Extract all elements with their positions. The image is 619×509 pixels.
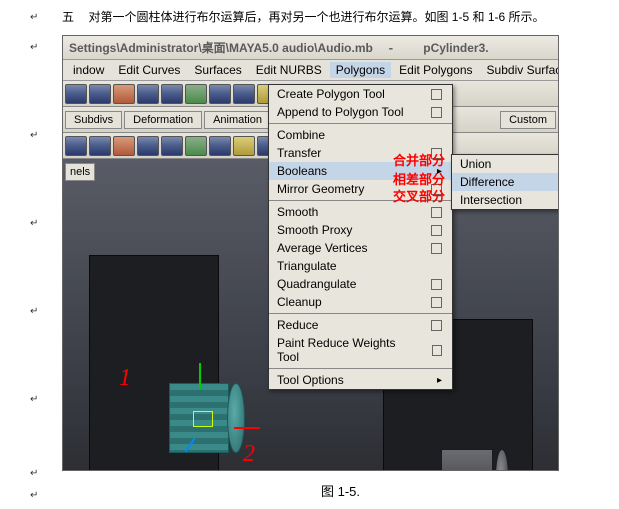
axis-y-icon	[199, 363, 201, 389]
tool-icon[interactable]	[89, 84, 111, 104]
polygons-menu: Create Polygon Tool Append to Polygon To…	[268, 84, 453, 390]
menu-edit-nurbs[interactable]: Edit NURBS	[250, 62, 328, 78]
maya-window: Settings\Administrator\桌面\MAYA5.0 audio\…	[62, 35, 559, 471]
option-box-icon[interactable]	[431, 89, 442, 100]
panel-label[interactable]: nels	[65, 163, 95, 181]
mi-combine[interactable]: Combine	[269, 126, 452, 144]
tool-icon[interactable]	[137, 84, 159, 104]
option-box-icon[interactable]	[431, 297, 442, 308]
menubar: indow Edit Curves Surfaces Edit NURBS Po…	[63, 60, 558, 81]
menu-surfaces[interactable]: Surfaces	[188, 62, 247, 78]
doc-seq: 五	[62, 10, 74, 24]
option-box-icon[interactable]	[431, 279, 442, 290]
shelf-icon[interactable]	[185, 136, 207, 156]
tool-icon[interactable]	[233, 84, 255, 104]
doc-top-line: 对第一个圆柱体进行布尔运算后，再对另一个也进行布尔运算。如图 1-5 和 1-6…	[88, 10, 544, 24]
tool-icon[interactable]	[113, 84, 135, 104]
menu-edit-polygons[interactable]: Edit Polygons	[393, 62, 478, 78]
shelf-icon[interactable]	[89, 136, 111, 156]
mi-union[interactable]: Union	[452, 155, 559, 173]
shelf-icon[interactable]	[65, 136, 87, 156]
mi-reduce[interactable]: Reduce	[269, 316, 452, 334]
mi-append-poly[interactable]: Append to Polygon Tool	[269, 103, 452, 121]
annot-inter: 交叉部分	[393, 186, 445, 205]
menu-window[interactable]: indow	[67, 62, 110, 78]
option-box-icon[interactable]	[431, 225, 442, 236]
mi-cleanup[interactable]: Cleanup	[269, 293, 452, 311]
option-box-icon[interactable]	[431, 243, 442, 254]
option-box-icon[interactable]	[431, 207, 442, 218]
mi-create-poly[interactable]: Create Polygon Tool	[269, 85, 452, 103]
menu-edit-curves[interactable]: Edit Curves	[112, 62, 186, 78]
mi-difference[interactable]: Difference	[452, 173, 559, 191]
mi-smooth-proxy[interactable]: Smooth Proxy	[269, 221, 452, 239]
annot-union: 合并部分	[393, 150, 445, 169]
shelf-icon[interactable]	[233, 136, 255, 156]
tool-icon[interactable]	[65, 84, 87, 104]
mi-quadrangulate[interactable]: Quadrangulate	[269, 275, 452, 293]
tab-custom[interactable]: Custom	[500, 111, 556, 129]
tab-deformation[interactable]: Deformation	[124, 111, 202, 129]
option-box-icon[interactable]	[431, 107, 442, 118]
shelf-icon[interactable]	[209, 136, 231, 156]
figure-caption: 图 1-5.	[62, 481, 619, 500]
tool-icon[interactable]	[209, 84, 231, 104]
selection-marquee	[193, 411, 213, 427]
cylinder-2[interactable]	[433, 449, 503, 471]
title-selection: pCylinder3.	[423, 41, 488, 55]
mi-paint-reduce[interactable]: Paint Reduce Weights Tool	[269, 334, 452, 366]
shelf-icon[interactable]	[113, 136, 135, 156]
mi-triangulate[interactable]: Triangulate	[269, 257, 452, 275]
tool-icon[interactable]	[185, 84, 207, 104]
shelf-icon[interactable]	[161, 136, 183, 156]
marker-2: 2	[243, 441, 255, 468]
tab-subdivs[interactable]: Subdivs	[65, 111, 122, 129]
mi-avg-vert[interactable]: Average Vertices	[269, 239, 452, 257]
booleans-submenu: Union Difference Intersection	[451, 154, 559, 210]
option-box-icon[interactable]	[431, 320, 442, 331]
marker-1: 1	[119, 365, 131, 392]
titlebar: Settings\Administrator\桌面\MAYA5.0 audio\…	[63, 36, 558, 60]
mi-intersection[interactable]: Intersection	[452, 191, 559, 209]
title-path: Settings\Administrator\桌面\MAYA5.0 audio\…	[69, 41, 373, 55]
shelf-icon[interactable]	[137, 136, 159, 156]
mi-tool-options[interactable]: Tool Options	[269, 371, 452, 389]
mi-smooth[interactable]: Smooth	[269, 203, 452, 221]
axis-x-icon	[234, 427, 260, 429]
menu-polygons[interactable]: Polygons	[330, 62, 391, 78]
tab-animation[interactable]: Animation	[204, 111, 271, 129]
tool-icon[interactable]	[161, 84, 183, 104]
menu-subdiv[interactable]: Subdiv Surfaces	[481, 62, 559, 78]
option-box-icon[interactable]	[432, 345, 442, 356]
